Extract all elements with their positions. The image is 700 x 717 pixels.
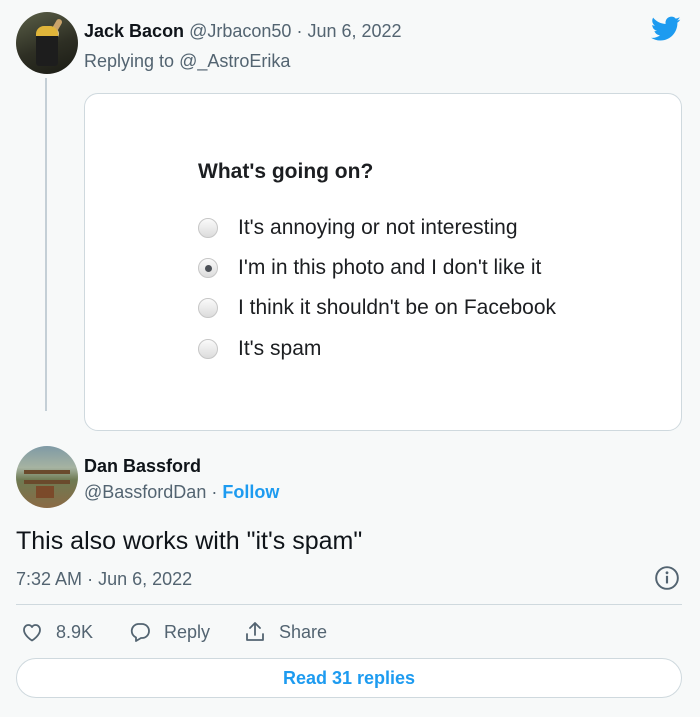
replying-to-line: Replying to @_AstroErika	[84, 50, 290, 72]
thread-connector-line	[45, 78, 47, 411]
heart-icon	[23, 624, 41, 642]
main-author-handle[interactable]: @BassfordDan	[84, 482, 206, 502]
follow-button[interactable]: Follow	[222, 482, 279, 502]
divider	[16, 604, 682, 605]
reply-button[interactable]: Reply	[128, 618, 210, 646]
fb-question-heading: What's going on?	[198, 160, 374, 183]
parent-author-name[interactable]: Jack Bacon	[84, 21, 184, 41]
share-label: Share	[279, 621, 328, 642]
main-separator: ·	[211, 482, 218, 502]
fb-option-spam: It's spam	[198, 336, 321, 362]
fb-option-not-on-facebook: I think it shouldn't be on Facebook	[198, 295, 556, 321]
avatar-jack-bacon[interactable]	[16, 12, 78, 74]
parent-author-handle[interactable]: @Jrbacon50	[189, 21, 291, 41]
tweet-text: This also works with "it's spam"	[16, 527, 363, 555]
radio-checked-icon	[198, 258, 218, 278]
avatar-dan-bassford[interactable]	[16, 446, 78, 508]
reply-label: Reply	[164, 621, 211, 642]
info-icon[interactable]	[654, 565, 680, 591]
like-count: 8.9K	[56, 621, 94, 642]
parent-date[interactable]: Jun 6, 2022	[307, 21, 401, 41]
fb-option-in-photo: I'm in this photo and I don't like it	[198, 255, 541, 281]
tweet-time[interactable]: 7:32 AM	[16, 569, 82, 589]
avatar-planter	[36, 486, 54, 498]
parent-tweet-header: Jack Bacon @Jrbacon50 · Jun 6, 2022	[84, 20, 402, 42]
avatar-fence	[24, 470, 70, 474]
meta-separator: ·	[87, 569, 94, 589]
replying-to-handle[interactable]: @_AstroErika	[179, 51, 290, 71]
read-replies-button[interactable]: Read 31 replies	[16, 658, 682, 698]
fb-option-label: It's annoying or not interesting	[238, 216, 518, 239]
tweet-timestamp: 7:32 AM · Jun 6, 2022	[16, 568, 192, 590]
read-replies-label: Read 31 replies	[282, 667, 416, 688]
like-button[interactable]: 8.9K	[20, 618, 93, 646]
fb-option-label: I'm in this photo and I don't like it	[238, 256, 542, 279]
share-button[interactable]: Share	[243, 618, 327, 646]
avatar-figure-player	[36, 26, 58, 66]
radio-unchecked-icon	[198, 339, 218, 359]
radio-unchecked-icon	[198, 298, 218, 318]
main-author-handle-row: @BassfordDan · Follow	[84, 481, 279, 503]
replying-prefix: Replying to	[84, 51, 175, 71]
twitter-logo-icon[interactable]	[651, 16, 681, 42]
parent-separator: ·	[296, 21, 303, 41]
fb-option-label: It's spam	[238, 337, 322, 360]
main-author-name[interactable]: Dan Bassford	[84, 455, 201, 477]
radio-unchecked-icon	[198, 218, 218, 238]
fb-option-annoying: It's annoying or not interesting	[198, 215, 518, 241]
tweet-date[interactable]: Jun 6, 2022	[98, 569, 192, 589]
reply-bubble-icon	[130, 623, 150, 642]
fb-option-label: I think it shouldn't be on Facebook	[238, 296, 557, 319]
share-icon	[246, 622, 264, 641]
